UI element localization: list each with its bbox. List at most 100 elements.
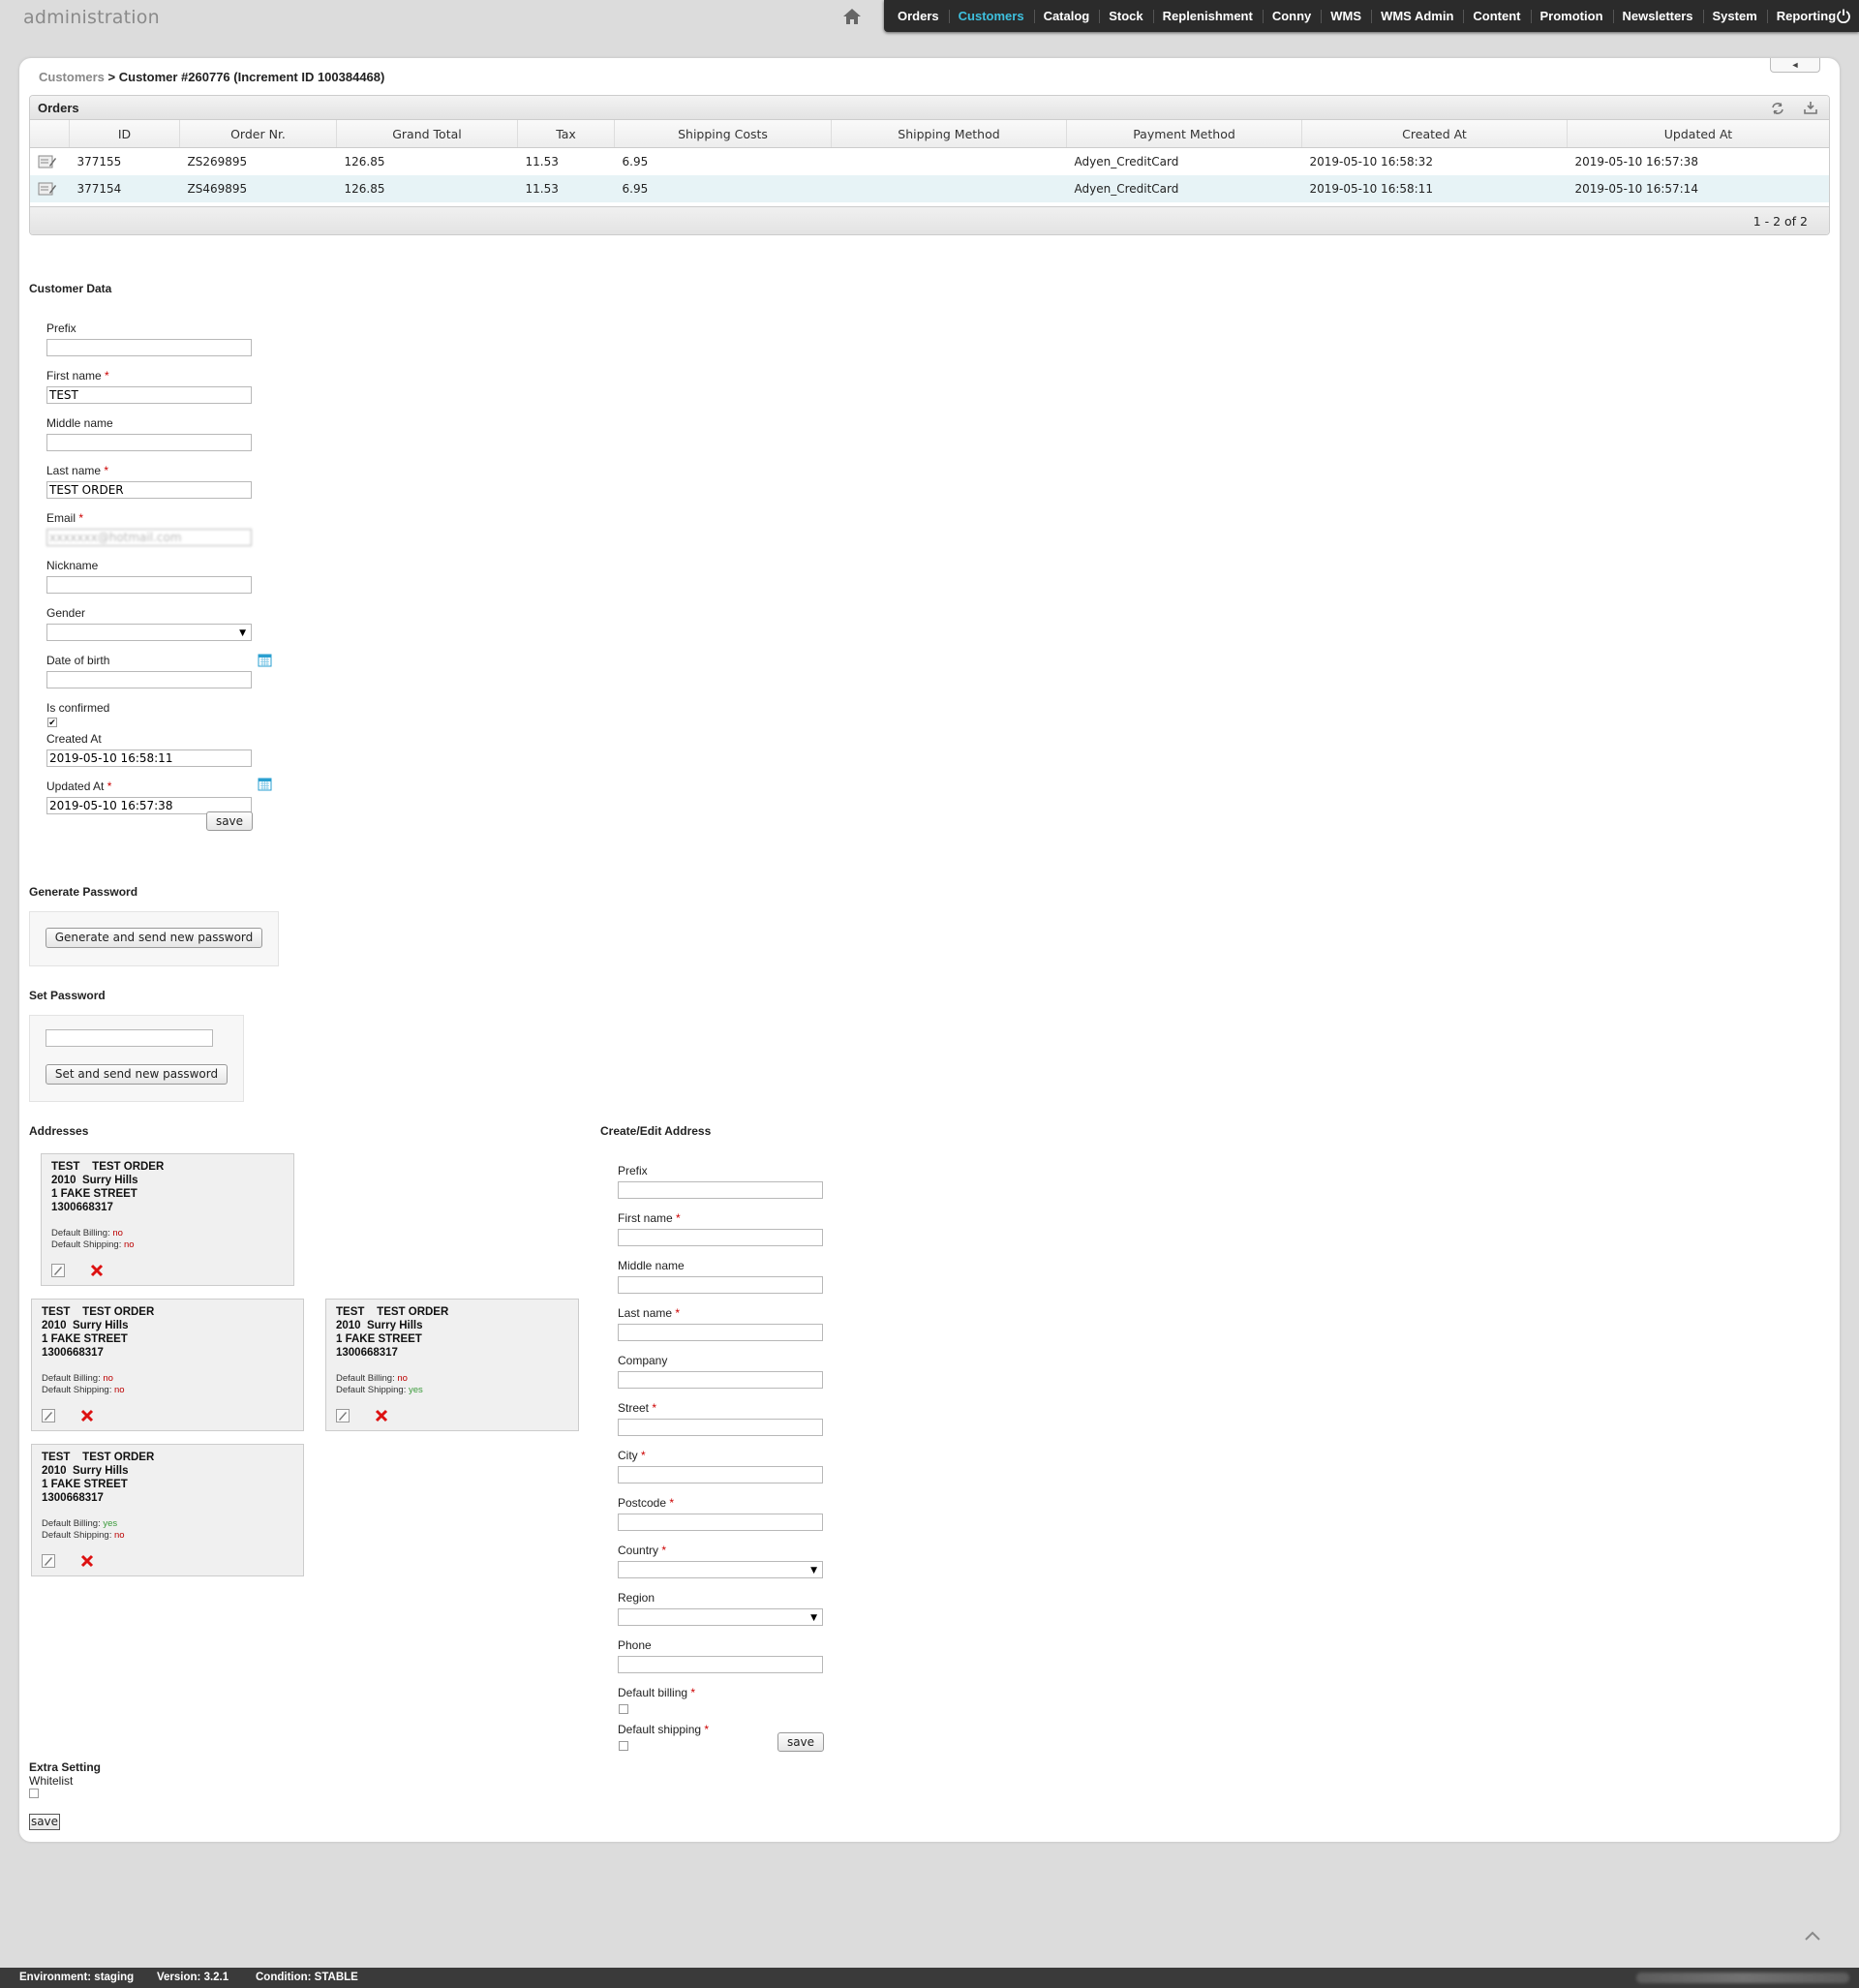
middle-name-label: Middle name xyxy=(46,416,113,430)
address-city: 2010 Surry Hills xyxy=(51,1175,138,1186)
nav-conny[interactable]: Conny xyxy=(1262,0,1321,32)
power-icon[interactable] xyxy=(1836,8,1851,23)
nav-promotion[interactable]: Promotion xyxy=(1530,0,1613,32)
address-street: 1 FAKE STREET xyxy=(42,1333,128,1345)
refresh-icon[interactable] xyxy=(1771,102,1784,115)
nav-replenishment[interactable]: Replenishment xyxy=(1152,0,1263,32)
region-select[interactable]: ▼ xyxy=(618,1608,823,1626)
phone-field[interactable] xyxy=(618,1656,823,1673)
column-header-created-at[interactable]: Created At xyxy=(1301,120,1568,148)
row-edit-cell xyxy=(30,175,70,202)
column-header-tax[interactable]: Tax xyxy=(517,120,615,148)
edit-address-icon[interactable] xyxy=(42,1554,55,1568)
postcode-label-text: Postcode xyxy=(618,1496,667,1510)
nav-wms[interactable]: WMS xyxy=(1321,0,1371,32)
delete-address-icon[interactable] xyxy=(90,1264,104,1277)
column-header-shipping-costs[interactable]: Shipping Costs xyxy=(614,120,832,148)
address-first-name-field[interactable] xyxy=(618,1229,823,1246)
postcode-label: Postcode * xyxy=(618,1496,869,1511)
collapse-toggle[interactable]: ◄ xyxy=(1770,58,1820,73)
breadcrumb-separator: > xyxy=(104,70,119,84)
column-header-payment-method[interactable]: Payment Method xyxy=(1066,120,1302,148)
required-mark: * xyxy=(652,1401,657,1415)
gender-select[interactable]: ▼ xyxy=(46,624,252,641)
scroll-top-icon[interactable] xyxy=(1803,1929,1822,1942)
edit-order-icon[interactable] xyxy=(38,154,57,169)
last-name-field[interactable] xyxy=(46,481,252,499)
edit-address-icon[interactable] xyxy=(42,1409,55,1422)
new-password-field[interactable] xyxy=(46,1029,213,1047)
nav-system[interactable]: System xyxy=(1702,0,1767,32)
default-billing-checkbox[interactable] xyxy=(619,1704,628,1714)
column-header-id[interactable]: ID xyxy=(69,120,180,148)
country-select[interactable]: ▼ xyxy=(618,1561,823,1578)
delete-address-icon[interactable] xyxy=(80,1409,94,1422)
nav-catalog[interactable]: Catalog xyxy=(1033,0,1100,32)
company-field[interactable] xyxy=(618,1371,823,1389)
table-row[interactable]: 377155 ZS269895 126.85 11.53 6.95 Adyen_… xyxy=(30,148,1829,176)
address-middle-name-field[interactable] xyxy=(618,1276,823,1294)
nav-newsletters[interactable]: Newsletters xyxy=(1612,0,1703,32)
orders-table: ID Order Nr. Grand Total Tax Shipping Co… xyxy=(30,120,1829,202)
is-confirmed-label: Is confirmed xyxy=(46,701,110,715)
street-field[interactable] xyxy=(618,1419,823,1436)
default-shipping-checkbox[interactable] xyxy=(619,1741,628,1751)
nav-orders[interactable]: Orders xyxy=(888,0,949,32)
default-shipping-label: Default shipping * xyxy=(618,1723,869,1737)
save-extra-setting-button[interactable]: save xyxy=(29,1814,60,1830)
address-street: 1 FAKE STREET xyxy=(42,1479,128,1490)
generate-password-title: Generate Password xyxy=(29,885,138,899)
breadcrumb: Customers > Customer #260776 (Increment … xyxy=(39,70,384,84)
created-at-field[interactable] xyxy=(46,749,252,767)
address-phone: 1300668317 xyxy=(42,1492,104,1504)
middle-name-field[interactable] xyxy=(46,434,252,451)
calendar-icon[interactable] xyxy=(258,653,272,667)
edit-address-icon[interactable] xyxy=(51,1264,65,1277)
breadcrumb-customers-link[interactable]: Customers xyxy=(39,70,105,84)
main-nav: Orders Customers Catalog Stock Replenish… xyxy=(884,0,1859,32)
is-confirmed-checkbox[interactable] xyxy=(47,718,57,727)
nav-content[interactable]: Content xyxy=(1463,0,1530,32)
nav-reporting[interactable]: Reporting xyxy=(1766,0,1845,32)
address-phone: 1300668317 xyxy=(42,1347,104,1359)
delete-address-icon[interactable] xyxy=(375,1409,388,1422)
date-of-birth-field[interactable] xyxy=(46,671,252,688)
nav-stock[interactable]: Stock xyxy=(1099,0,1152,32)
orders-title: Orders xyxy=(38,101,79,115)
nickname-field[interactable] xyxy=(46,576,252,594)
first-name-field[interactable] xyxy=(46,386,252,404)
cell-shipping-method xyxy=(831,175,1067,202)
save-customer-button[interactable]: save xyxy=(206,811,253,831)
save-address-button[interactable]: save xyxy=(777,1732,824,1752)
column-header-shipping-method[interactable]: Shipping Method xyxy=(831,120,1067,148)
prefix-field[interactable] xyxy=(46,339,252,356)
delete-address-icon[interactable] xyxy=(80,1554,94,1568)
edit-order-icon[interactable] xyxy=(38,181,57,197)
address-prefix-label: Prefix xyxy=(618,1164,648,1178)
generate-password-button[interactable]: Generate and send new password xyxy=(46,928,262,948)
address-phone: 1300668317 xyxy=(51,1202,113,1213)
nav-wms-admin[interactable]: WMS Admin xyxy=(1371,0,1463,32)
column-header-updated-at[interactable]: Updated At xyxy=(1567,120,1829,148)
address-name: TEST TEST ORDER xyxy=(42,1452,155,1463)
column-header-order-nr[interactable]: Order Nr. xyxy=(179,120,337,148)
address-last-name-field[interactable] xyxy=(618,1324,823,1341)
orders-grid: Orders ID Order Nr. Grand Total Tax Ship… xyxy=(29,95,1830,235)
column-header-grand-total[interactable]: Grand Total xyxy=(336,120,518,148)
first-name-label: First name * xyxy=(46,369,298,383)
whitelist-checkbox[interactable] xyxy=(29,1789,39,1798)
postcode-field[interactable] xyxy=(618,1514,823,1531)
nav-customers[interactable]: Customers xyxy=(948,0,1034,32)
download-icon[interactable] xyxy=(1804,101,1817,114)
address-prefix-field[interactable] xyxy=(618,1181,823,1199)
email-field[interactable] xyxy=(46,529,252,546)
edit-address-icon[interactable] xyxy=(336,1409,350,1422)
table-row[interactable]: 377154 ZS469895 126.85 11.53 6.95 Adyen_… xyxy=(30,175,1829,202)
calendar-icon[interactable] xyxy=(258,777,272,791)
city-field[interactable] xyxy=(618,1466,823,1483)
required-mark: * xyxy=(107,780,112,793)
cell-grand-total: 126.85 xyxy=(344,155,385,168)
set-password-button[interactable]: Set and send new password xyxy=(46,1064,228,1085)
address-street: 1 FAKE STREET xyxy=(336,1333,422,1345)
home-icon[interactable] xyxy=(842,7,862,26)
